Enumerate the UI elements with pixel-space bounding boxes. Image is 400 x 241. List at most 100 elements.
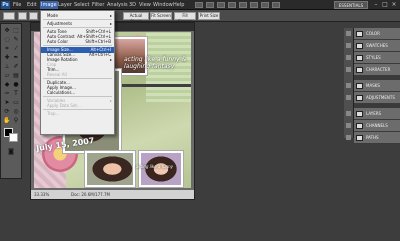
maximize-icon[interactable]: □ — [381, 1, 389, 9]
path-selection-tool-icon[interactable]: ➤ — [3, 99, 11, 107]
panel-label: CHARACTER — [366, 67, 391, 72]
menu-item-label: Trap... — [47, 111, 60, 116]
panel-label: PATHS — [366, 135, 379, 140]
extras-icon[interactable] — [217, 2, 225, 8]
panel-label: LAYERS — [366, 111, 382, 116]
panel-label: ADJUSTMENTS — [366, 95, 395, 100]
panel-paths[interactable]: PATHS — [354, 132, 400, 144]
tools-panel: ✥ ⬚ ◌ ✎ ⌗ ⁄ ✚ ✒ ⊥ ✐ ▱ ▤ ◆ ● ✑ T ➤ ▭ ⟳ ◎ … — [0, 23, 22, 179]
menu-filter[interactable]: Filter — [91, 1, 105, 9]
gradient-tool-icon[interactable]: ▤ — [12, 72, 20, 80]
caption-bottom: acting like a funny — [136, 164, 174, 169]
type-tool-icon[interactable]: T — [12, 90, 20, 98]
history-brush-tool-icon[interactable]: ✐ — [12, 63, 20, 71]
menu-item-trap: Trap... — [41, 111, 114, 117]
photo-bottom-left — [84, 150, 136, 188]
masks-icon — [356, 83, 363, 89]
zoom-level-icon[interactable] — [228, 2, 236, 8]
panel-adjustments[interactable]: ADJUSTMENTS — [354, 92, 400, 104]
panel-label: STYLES — [366, 55, 381, 60]
print-size-button[interactable]: Print Size — [198, 12, 220, 20]
panel-collapse-icon[interactable] — [346, 111, 351, 116]
zoom-tool-icon[interactable]: ⚲ — [12, 117, 20, 125]
tool-preset-picker[interactable] — [3, 12, 15, 20]
layers-icon — [356, 111, 363, 117]
rotate-view-icon[interactable] — [250, 2, 258, 8]
menu-select[interactable]: Select — [73, 1, 90, 9]
zoom-in-icon[interactable] — [18, 12, 27, 20]
eraser-tool-icon[interactable]: ▱ — [3, 72, 11, 80]
eyedropper-tool-icon[interactable]: ⁄ — [12, 45, 20, 53]
quick-mask-icon[interactable]: ◙ — [7, 148, 15, 156]
panel-label: SWATCHES — [366, 43, 388, 48]
workspace-switcher-button[interactable]: ESSENTIALS — [334, 1, 368, 9]
panel-swatches[interactable]: SWATCHES — [354, 40, 400, 52]
fill-screen-button[interactable]: Fill Screen — [174, 12, 196, 24]
menu-3d[interactable]: 3D — [128, 1, 137, 9]
close-icon[interactable]: × — [390, 1, 398, 9]
document-status-bar: 33.33% Doc: 20.6M/177.7M — [31, 190, 194, 199]
menu-edit[interactable]: Edit — [26, 1, 38, 9]
move-tool-icon[interactable]: ✥ — [3, 27, 11, 35]
clone-stamp-tool-icon[interactable]: ⊥ — [3, 63, 11, 71]
panel-styles[interactable]: STYLES — [354, 52, 400, 64]
brush-tool-icon[interactable]: ✒ — [12, 54, 20, 62]
actual-pixels-button[interactable]: Actual Pixels — [123, 12, 149, 24]
lasso-tool-icon[interactable]: ◌ — [3, 36, 11, 44]
minimize-icon[interactable]: – — [372, 1, 380, 9]
3d-orbit-tool-icon[interactable]: ◎ — [12, 108, 20, 116]
menu-view[interactable]: View — [138, 1, 152, 9]
zoom-readout[interactable]: 33.33% — [34, 190, 49, 199]
photo-bottom-right — [138, 150, 184, 188]
bridge-icon[interactable] — [195, 2, 203, 8]
background-color-swatch[interactable] — [9, 133, 18, 142]
styles-icon — [356, 55, 363, 61]
mini-bridge-icon[interactable] — [206, 2, 214, 8]
panel-collapse-icon[interactable] — [346, 95, 351, 100]
panel-label: CHANNELS — [366, 123, 388, 128]
channels-icon — [356, 123, 363, 129]
healing-brush-tool-icon[interactable]: ✚ — [3, 54, 11, 62]
panel-collapse-icon[interactable] — [346, 31, 351, 36]
panel-collapse-icon[interactable] — [346, 55, 351, 60]
screen-mode-icon[interactable] — [272, 2, 280, 8]
menu-window[interactable]: Window — [152, 1, 174, 9]
panel-dock: COLOR SWATCHES STYLES CHARACTER MASKS ADJUSTM… — [353, 28, 400, 144]
panel-collapse-icon[interactable] — [346, 83, 351, 88]
menu-separator — [43, 27, 112, 28]
panel-collapse-icon[interactable] — [346, 135, 351, 140]
zoom-out-icon[interactable] — [29, 12, 38, 20]
menu-separator — [43, 109, 112, 110]
fit-screen-button[interactable]: Fit Screen — [150, 12, 172, 20]
3d-rotate-tool-icon[interactable]: ⟳ — [3, 108, 11, 116]
dodge-tool-icon[interactable]: ● — [12, 81, 20, 89]
panel-character[interactable]: CHARACTER — [354, 64, 400, 76]
document-size-readout: Doc: 20.6M/177.7M — [71, 192, 110, 197]
menu-file[interactable]: File — [12, 1, 22, 9]
marquee-tool-icon[interactable]: ⬚ — [12, 27, 20, 35]
panel-collapse-icon[interactable] — [346, 67, 351, 72]
menu-image[interactable]: Image — [40, 1, 58, 9]
pen-tool-icon[interactable]: ✑ — [3, 90, 11, 98]
menu-help[interactable]: Help — [172, 1, 185, 9]
hand-tool-icon[interactable]: ✋ — [3, 117, 11, 125]
quick-selection-tool-icon[interactable]: ✎ — [12, 36, 20, 44]
photoshop-logo: Ps — [1, 1, 10, 9]
panel-layers[interactable]: LAYERS — [354, 108, 400, 120]
menu-layer[interactable]: Layer — [57, 1, 73, 9]
image-menu-dropdown: Mode ▸ Adjustments ▸ Auto Tone Shift+Ctrl+L Au… — [40, 10, 115, 135]
menu-analysis[interactable]: Analysis — [106, 1, 129, 9]
hand-tool-icon[interactable] — [239, 2, 247, 8]
ribbon — [120, 84, 191, 87]
panel-channels[interactable]: CHANNELS — [354, 120, 400, 132]
crop-tool-icon[interactable]: ⌗ — [3, 45, 11, 53]
panel-dock-strip — [344, 28, 353, 140]
arrange-documents-icon[interactable] — [261, 2, 269, 8]
panel-color[interactable]: COLOR — [354, 28, 400, 40]
shape-tool-icon[interactable]: ▭ — [12, 99, 20, 107]
blur-tool-icon[interactable]: ◆ — [3, 81, 11, 89]
panel-collapse-icon[interactable] — [346, 123, 351, 128]
panel-collapse-icon[interactable] — [346, 43, 351, 48]
panel-masks[interactable]: MASKS — [354, 80, 400, 92]
adjustments-icon — [356, 95, 363, 101]
